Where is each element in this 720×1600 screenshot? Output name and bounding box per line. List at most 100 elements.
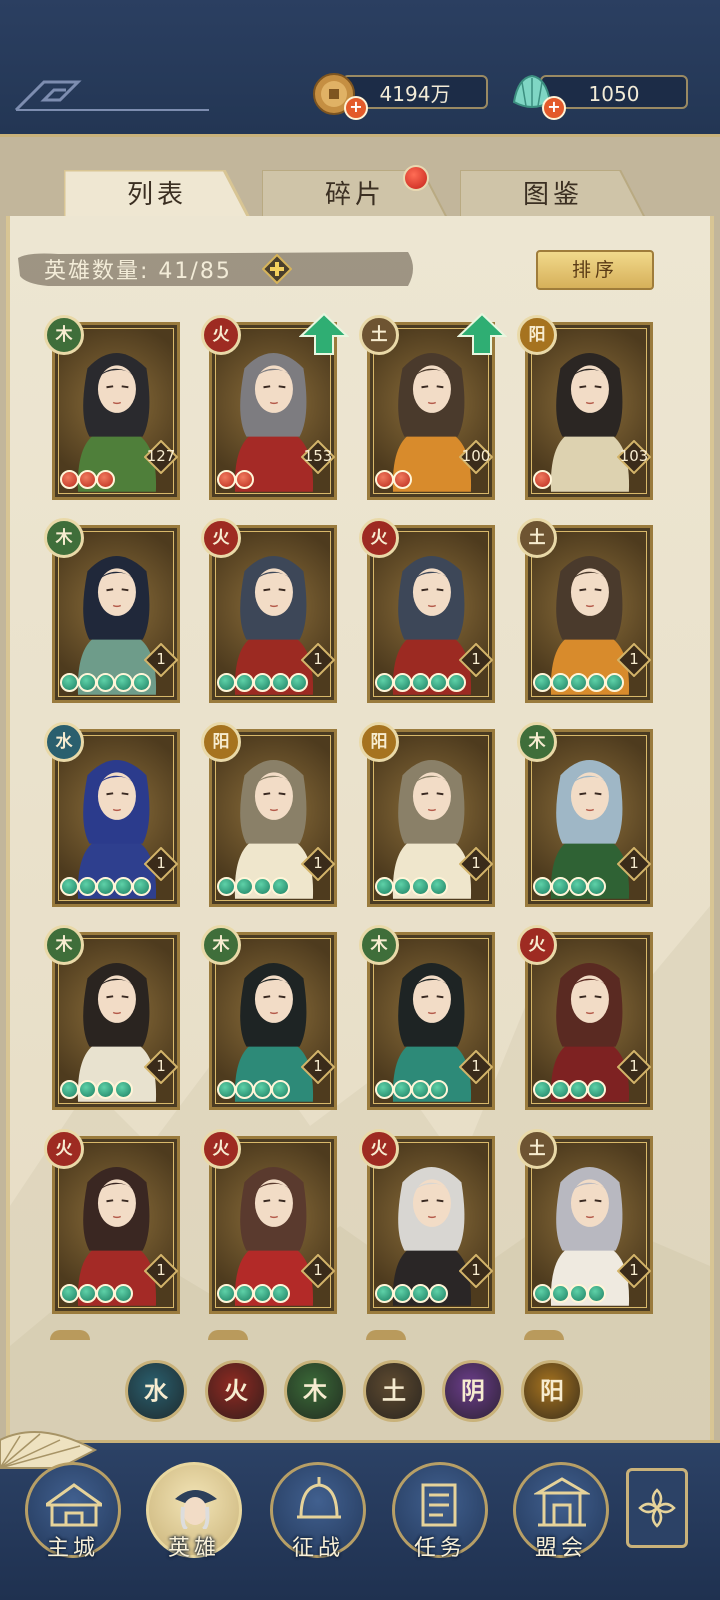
- star-icon: [253, 1080, 272, 1099]
- star-icon: [551, 1284, 570, 1303]
- star-icon: [253, 877, 272, 896]
- filter-yin-button[interactable]: 阴: [442, 1360, 504, 1422]
- star-icon: [114, 877, 133, 896]
- star-icon: [217, 673, 236, 692]
- star-icon: [78, 673, 97, 692]
- menu-button[interactable]: [626, 1468, 688, 1548]
- jade-currency: 1050 +: [510, 72, 688, 120]
- element-badge: 阳: [517, 315, 557, 355]
- next-row-peek: [524, 1330, 564, 1340]
- filter-water-button[interactable]: 水: [125, 1360, 187, 1422]
- hero-level: 100: [461, 447, 491, 465]
- star-icon: [114, 673, 133, 692]
- star-icon: [96, 673, 115, 692]
- hero-count-label: 英雄数量:: [44, 259, 150, 284]
- fan-decoration-icon: [0, 1431, 98, 1469]
- filter-yang-button[interactable]: 阳: [521, 1360, 583, 1422]
- hero-level: 1: [156, 650, 166, 668]
- element-badge: 土: [517, 518, 557, 558]
- next-row-peek: [366, 1330, 406, 1340]
- add-hero-slot-button[interactable]: [262, 254, 292, 284]
- hero-level: 1: [156, 854, 166, 872]
- element-badge: 土: [359, 315, 399, 355]
- flower-menu-icon: [638, 1488, 676, 1528]
- sort-button[interactable]: 排序: [536, 250, 654, 290]
- star-icon: [253, 673, 272, 692]
- hero-level: 1: [471, 1057, 481, 1075]
- element-badge: 木: [359, 925, 399, 965]
- star-icon: [132, 673, 151, 692]
- star-rating: [533, 877, 606, 899]
- star-icon: [551, 673, 570, 692]
- star-rating: [217, 1284, 290, 1306]
- star-icon: [375, 673, 394, 692]
- star-icon: [114, 1080, 133, 1099]
- star-icon: [533, 877, 552, 896]
- element-badge: 阳: [359, 722, 399, 762]
- star-icon: [60, 673, 79, 692]
- star-icon: [235, 1284, 254, 1303]
- star-icon: [587, 1080, 606, 1099]
- add-coins-button[interactable]: +: [344, 96, 368, 120]
- star-icon: [217, 1284, 236, 1303]
- add-jade-button[interactable]: +: [542, 96, 566, 120]
- tab-list-label: 列表: [126, 180, 187, 210]
- star-icon: [375, 1080, 394, 1099]
- hero-level: 1: [313, 854, 323, 872]
- star-rating: [375, 673, 466, 695]
- nav-label: 盟会: [534, 1536, 587, 1561]
- star-icon: [447, 673, 466, 692]
- filter-wood-button[interactable]: 木: [284, 1360, 346, 1422]
- star-rating: [533, 1284, 606, 1306]
- star-icon: [271, 1284, 290, 1303]
- star-icon: [533, 470, 552, 489]
- star-icon: [533, 673, 552, 692]
- star-icon: [569, 673, 588, 692]
- star-icon: [411, 1080, 430, 1099]
- star-rating: [533, 470, 552, 492]
- star-icon: [271, 1080, 290, 1099]
- star-icon: [60, 470, 79, 489]
- star-icon: [96, 1284, 115, 1303]
- star-icon: [533, 1284, 552, 1303]
- hero-level: 1: [313, 650, 323, 668]
- star-icon: [235, 1080, 254, 1099]
- star-icon: [551, 1080, 570, 1099]
- star-rating: [533, 673, 624, 695]
- filter-earth-button[interactable]: 土: [363, 1360, 425, 1422]
- star-icon: [78, 470, 97, 489]
- star-icon: [375, 877, 394, 896]
- star-icon: [429, 1080, 448, 1099]
- star-icon: [393, 877, 412, 896]
- hero-level: 1: [629, 1261, 639, 1279]
- element-badge: 火: [201, 315, 241, 355]
- star-icon: [132, 877, 151, 896]
- star-icon: [217, 1080, 236, 1099]
- star-rating: [217, 1080, 290, 1102]
- star-icon: [375, 1284, 394, 1303]
- hero-level: 1: [629, 650, 639, 668]
- decorative-pattern-icon: [14, 80, 209, 112]
- star-icon: [587, 673, 606, 692]
- star-icon: [217, 470, 236, 489]
- element-badge: 火: [201, 1129, 241, 1169]
- element-badge: 火: [517, 925, 557, 965]
- tab-list[interactable]: 列表: [64, 170, 250, 220]
- element-badge: 火: [201, 518, 241, 558]
- star-rating: [217, 673, 308, 695]
- star-icon: [551, 877, 570, 896]
- element-badge: 木: [201, 925, 241, 965]
- tab-codex[interactable]: 图鉴: [460, 170, 646, 220]
- star-icon: [393, 1284, 412, 1303]
- star-rating: [217, 470, 254, 492]
- star-icon: [587, 1284, 606, 1303]
- filter-fire-button[interactable]: 火: [205, 1360, 267, 1422]
- star-icon: [411, 877, 430, 896]
- hero-portrait-icon: [175, 1490, 217, 1529]
- star-rating: [533, 1080, 606, 1102]
- star-rating: [375, 877, 448, 899]
- hero-level: 1: [471, 650, 481, 668]
- city-gate-icon: [46, 1483, 102, 1527]
- hero-level: 1: [629, 854, 639, 872]
- element-badge: 木: [517, 722, 557, 762]
